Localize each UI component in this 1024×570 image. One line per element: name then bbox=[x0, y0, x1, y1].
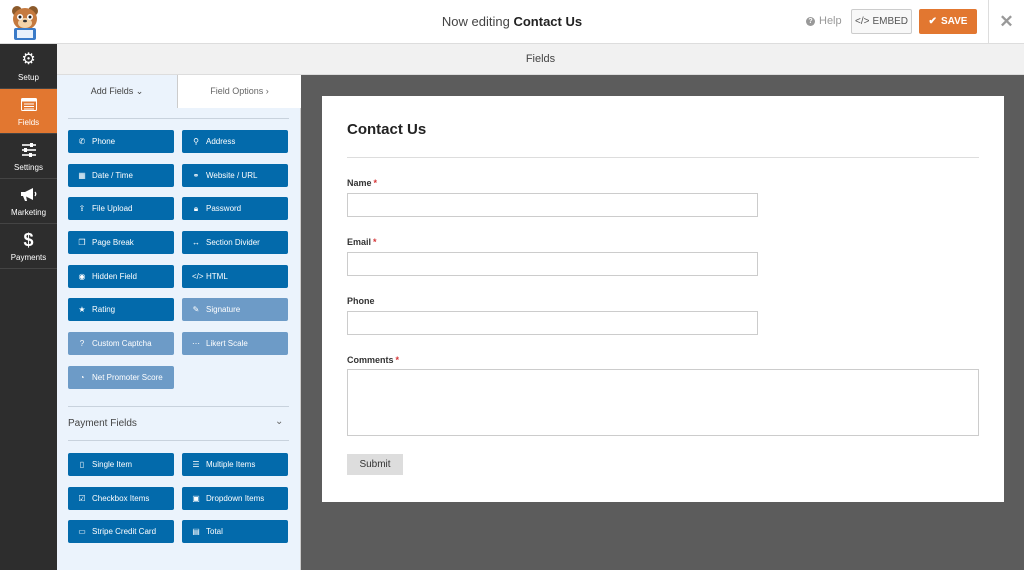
nav-item-payments[interactable]: $ Payments bbox=[0, 224, 57, 269]
field-button-total[interactable]: ▤ Total bbox=[182, 520, 288, 543]
field-label-email: Email * bbox=[347, 237, 377, 247]
field-button-file-upload[interactable]: ⇪ File Upload bbox=[68, 197, 174, 220]
required-marker: * bbox=[373, 237, 377, 247]
sliders-icon bbox=[21, 141, 37, 159]
comments-field[interactable] bbox=[347, 369, 979, 436]
field-button-stripe-credit-card[interactable]: ▭ Stripe Credit Card bbox=[68, 520, 174, 543]
field-button-password[interactable]: 🔒︎ Password bbox=[182, 197, 288, 220]
nav-item-fields[interactable]: Fields bbox=[0, 89, 57, 134]
tab-field-options[interactable]: Field Options › bbox=[178, 75, 301, 108]
help-link[interactable]: ? Help bbox=[806, 15, 842, 27]
field-button-website-url[interactable]: ⚭ Website / URL bbox=[182, 164, 288, 187]
form-preview: Contact Us Name * Email * Phone Comments * … bbox=[322, 96, 1004, 502]
field-button-likert-scale[interactable]: ⋯ Likert Scale bbox=[182, 332, 288, 355]
top-bar: Now editing Contact Us ? Help </> EMBED ✔ S… bbox=[0, 0, 1024, 44]
field-button-html[interactable]: </> HTML bbox=[182, 265, 288, 288]
star-icon: ★ bbox=[78, 305, 86, 314]
gauge-icon: ◔ bbox=[79, 373, 85, 382]
ellipsis-icon: ⋯ bbox=[192, 339, 200, 348]
field-button-custom-captcha[interactable]: ? Custom Captcha bbox=[68, 332, 174, 355]
map-pin-icon: ⚲ bbox=[193, 137, 199, 146]
chevron-right-icon: › bbox=[265, 86, 269, 96]
field-label-name: Name * bbox=[347, 178, 378, 188]
divider bbox=[68, 440, 289, 441]
dropdown-icon: ▣ bbox=[192, 494, 200, 503]
field-button-single-item[interactable]: ▯ Single Item bbox=[68, 453, 174, 476]
dollar-icon: $ bbox=[23, 229, 34, 250]
email-field[interactable] bbox=[347, 252, 758, 276]
nav-item-setup[interactable]: ⚙ Setup bbox=[0, 44, 57, 89]
left-nav: ⚙ Setup Fields Settings Marketing $ Paym… bbox=[0, 44, 57, 570]
field-button-phone[interactable]: ✆ Phone bbox=[68, 130, 174, 153]
divider-icon: ↔ bbox=[192, 238, 200, 247]
name-field[interactable] bbox=[347, 193, 758, 217]
field-label-comments: Comments * bbox=[347, 355, 400, 365]
required-marker: * bbox=[395, 355, 400, 365]
copy-icon: ❐ bbox=[78, 238, 86, 247]
eye-slash-icon: ◉ bbox=[78, 272, 86, 281]
calendar-icon: ▦ bbox=[78, 171, 86, 180]
credit-card-icon: ▭ bbox=[78, 527, 86, 536]
field-button-page-break[interactable]: ❐ Page Break bbox=[68, 231, 174, 254]
check-icon: ✔ bbox=[928, 16, 937, 27]
field-button-date-time[interactable]: ▦ Date / Time bbox=[68, 164, 174, 187]
field-button-signature[interactable]: ✎ Signature bbox=[182, 298, 288, 321]
help-icon: ? bbox=[806, 16, 815, 26]
field-button-multiple-items[interactable]: ☰ Multiple Items bbox=[182, 453, 288, 476]
checkbox-icon: ☑ bbox=[78, 494, 86, 503]
embed-button[interactable]: </> EMBED bbox=[851, 9, 912, 34]
divider bbox=[68, 406, 289, 407]
chevron-down-icon[interactable]: ⌄ bbox=[275, 416, 283, 427]
required-marker: * bbox=[373, 178, 378, 188]
form-name: Contact Us bbox=[513, 14, 583, 29]
question-icon: ? bbox=[79, 339, 85, 348]
code-icon: </> bbox=[854, 16, 870, 27]
form-title: Contact Us bbox=[347, 121, 427, 138]
gear-icon: ⚙ bbox=[21, 50, 36, 68]
field-button-section-divider[interactable]: ↔ Section Divider bbox=[182, 231, 288, 254]
money-icon: ▤ bbox=[192, 527, 200, 536]
list-icon: ☰ bbox=[192, 460, 200, 469]
file-icon: ▯ bbox=[79, 460, 85, 469]
link-icon: ⚭ bbox=[192, 171, 200, 180]
field-button-rating[interactable]: ★ Rating bbox=[68, 298, 174, 321]
payment-fields-heading[interactable]: Payment Fields bbox=[68, 418, 137, 429]
field-button-checkbox-items[interactable]: ☑ Checkbox Items bbox=[68, 487, 174, 510]
upload-icon: ⇪ bbox=[78, 204, 86, 213]
submit-button[interactable]: Submit bbox=[347, 454, 403, 475]
nav-item-marketing[interactable]: Marketing bbox=[0, 179, 57, 224]
divider bbox=[68, 118, 289, 119]
tab-add-fields[interactable]: Add Fields ⌄ bbox=[57, 75, 178, 108]
pen-icon: ✎ bbox=[192, 305, 200, 314]
field-label-phone: Phone bbox=[347, 296, 375, 306]
sidebar-tabs: Add Fields ⌄ Field Options › bbox=[57, 75, 301, 108]
phone-icon: ✆ bbox=[78, 137, 86, 146]
phone-field[interactable] bbox=[347, 311, 758, 335]
fields-sidebar: Add Fields ⌄ Field Options › ✆ Phone ⚲ Add… bbox=[57, 75, 301, 570]
close-icon[interactable]: ✕ bbox=[988, 0, 1024, 44]
field-button-hidden-field[interactable]: ◉ Hidden Field bbox=[68, 265, 174, 288]
chevron-down-icon: ⌄ bbox=[135, 86, 144, 96]
fields-header: Fields bbox=[57, 44, 1024, 75]
field-button-dropdown-items[interactable]: ▣ Dropdown Items bbox=[182, 487, 288, 510]
fields-list-icon bbox=[20, 96, 37, 114]
nav-item-settings[interactable]: Settings bbox=[0, 134, 57, 179]
divider bbox=[347, 157, 979, 158]
code-icon: </> bbox=[192, 272, 204, 281]
save-button[interactable]: ✔ SAVE bbox=[919, 9, 977, 34]
field-button-net-promoter-score[interactable]: ◔ Net Promoter Score bbox=[68, 366, 174, 389]
lock-icon: 🔒︎ bbox=[193, 203, 199, 213]
field-button-address[interactable]: ⚲ Address bbox=[182, 130, 288, 153]
megaphone-icon bbox=[20, 186, 37, 204]
